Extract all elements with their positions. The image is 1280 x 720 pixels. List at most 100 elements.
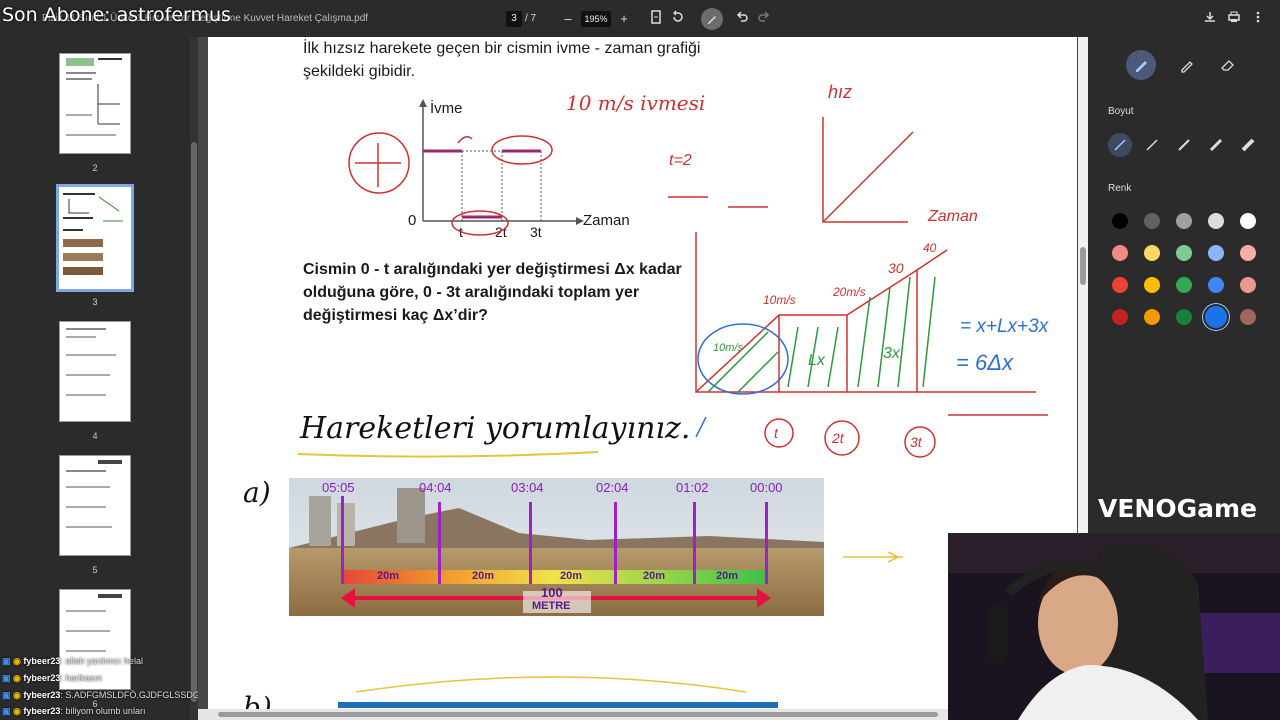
handwritten-note: 20m/s	[833, 285, 866, 299]
timeline-segment: 20m	[560, 570, 583, 582]
timeline-segment: 20m	[716, 570, 739, 582]
handwritten-note: t=2	[669, 152, 692, 169]
pdf-page: İlk hızsız harekete geçen bir cismin ivm…	[208, 37, 1077, 720]
timeline-marker	[693, 502, 696, 584]
print-icon[interactable]	[1225, 10, 1243, 28]
timeline-time: 00:00	[750, 480, 783, 495]
download-icon[interactable]	[1201, 10, 1219, 28]
color-swatch[interactable]	[1208, 213, 1224, 229]
handwriting-layer	[297, 117, 1048, 693]
undo-icon[interactable]	[733, 10, 751, 28]
timeline-marker	[438, 502, 441, 584]
color-swatch[interactable]	[1176, 245, 1192, 261]
page-total: / 7	[525, 13, 537, 24]
zoom-out-button[interactable]: –	[559, 10, 577, 28]
streamer-webcam	[948, 533, 1280, 720]
page-thumbnail-3[interactable]	[56, 184, 134, 292]
highlighter-tool-icon[interactable]	[1175, 53, 1199, 77]
color-swatch[interactable]	[1112, 245, 1128, 261]
timeline-segment: 20m	[472, 570, 495, 582]
chat-message: ▣ ◉ fybeer23: harikasın	[2, 673, 102, 683]
timeline-segment: 20m	[643, 570, 666, 582]
color-swatch[interactable]	[1208, 277, 1224, 293]
handwritten-note: 10m/s	[763, 293, 796, 307]
color-swatch[interactable]	[1144, 277, 1160, 293]
size-option[interactable]	[1140, 133, 1164, 157]
timeline-time: 03:04	[511, 480, 544, 495]
color-swatch[interactable]	[1205, 306, 1227, 328]
sidebar-scrollbar[interactable]	[190, 37, 198, 720]
color-swatch[interactable]	[1144, 213, 1160, 229]
color-swatch[interactable]	[1240, 309, 1256, 325]
handwritten-circled-label: 2t	[832, 430, 844, 446]
handwritten-area-label: 10m/s	[713, 342, 743, 354]
chat-badge-icon: ▣	[2, 706, 11, 716]
chat-badge-icon: ▣	[2, 673, 11, 683]
page-thumbnail-number: 2	[92, 163, 98, 173]
size-label: Boyut	[1108, 106, 1134, 117]
pen-tool-button[interactable]	[1126, 50, 1156, 80]
timeline-total: 100	[541, 585, 563, 600]
color-swatch[interactable]	[1176, 277, 1192, 293]
color-swatch[interactable]	[1176, 213, 1192, 229]
timeline-marker	[529, 502, 532, 584]
annotate-button[interactable]	[701, 8, 723, 30]
timeline-segment: 20m	[377, 570, 400, 582]
rotate-icon[interactable]	[669, 10, 687, 28]
timeline-time: 04:04	[419, 480, 452, 495]
chat-message: ▣ ◉ fybeer23: biliyom olumb unları	[2, 706, 146, 716]
handwritten-note: 30	[888, 260, 904, 276]
page-thumbnail-2[interactable]	[59, 53, 131, 154]
handwritten-area-label: Lx	[808, 352, 825, 369]
timeline-marker	[341, 496, 344, 584]
timeline-marker	[614, 502, 617, 584]
size-option[interactable]	[1172, 133, 1196, 157]
chat-message: ▣ ◉ fybeer23: allah yardımcı helal	[2, 656, 143, 666]
color-swatch[interactable]	[1240, 277, 1256, 293]
thumbnail-sidebar: 2 3 4 5 6	[0, 37, 190, 720]
redo-icon[interactable]	[755, 10, 773, 28]
page-thumbnail-number: 5	[92, 565, 98, 575]
color-swatch[interactable]	[1112, 277, 1128, 293]
handwritten-heading: Hareketleri yorumlayınız.	[300, 411, 691, 446]
handwritten-equation: = 6Δx	[956, 350, 1013, 375]
handwritten-note: 40	[923, 241, 937, 255]
size-option[interactable]	[1204, 133, 1228, 157]
zoom-in-button[interactable]: +	[615, 10, 633, 28]
color-swatch[interactable]	[1112, 213, 1128, 229]
zoom-level-input[interactable]: 195%	[581, 11, 611, 27]
page-number-input[interactable]: 3	[506, 11, 522, 27]
timeline-time: 05:05	[322, 480, 355, 495]
color-swatch[interactable]	[1240, 245, 1256, 261]
color-swatch[interactable]	[1112, 309, 1128, 325]
color-swatch[interactable]	[1144, 309, 1160, 325]
page-thumbnail-number: 4	[92, 431, 98, 441]
page-thumbnail-4[interactable]	[59, 321, 131, 422]
handwritten-circled-label: 3t	[910, 434, 922, 450]
chat-badge-icon: ▣	[2, 656, 11, 666]
handwritten-note: 10 m/s ivmesi	[566, 91, 706, 115]
channel-logo: VENOGame	[1098, 494, 1258, 523]
timeline-unit: METRE	[532, 600, 571, 612]
color-swatch[interactable]	[1144, 245, 1160, 261]
page-thumbnail-5[interactable]	[59, 455, 131, 556]
stream-overlay-last-subscriber: Son Abone: astrofermus	[2, 4, 231, 26]
handwritten-equation: = x+Lx+3x	[960, 316, 1049, 337]
more-options-icon[interactable]	[1249, 10, 1267, 28]
size-option-selected[interactable]	[1108, 133, 1132, 157]
page-thumbnail-number: 3	[92, 297, 98, 307]
timeline-time: 01:02	[676, 480, 709, 495]
color-swatch[interactable]	[1176, 309, 1192, 325]
timeline-time: 02:04	[596, 480, 629, 495]
fit-page-icon[interactable]	[647, 10, 665, 28]
handwritten-note: hız	[828, 82, 853, 102]
color-swatch[interactable]	[1240, 213, 1256, 229]
color-swatch[interactable]	[1208, 245, 1224, 261]
size-option[interactable]	[1236, 133, 1260, 157]
color-label: Renk	[1108, 183, 1132, 194]
part-b-image-edge	[338, 702, 778, 708]
handwritten-area-label: 3x	[883, 345, 900, 362]
timeline-marker	[765, 502, 768, 584]
part-a-label: a)	[243, 476, 271, 509]
eraser-tool-icon[interactable]	[1216, 53, 1240, 77]
